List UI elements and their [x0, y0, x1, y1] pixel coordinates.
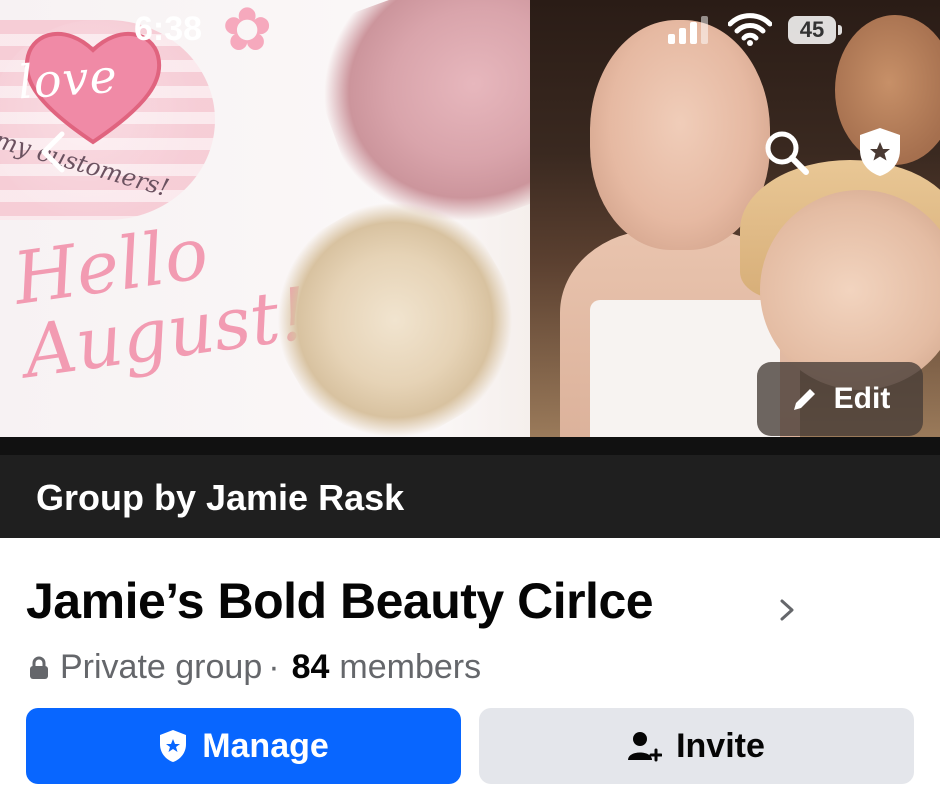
chevron-right-icon[interactable] — [778, 598, 796, 622]
cover-model-top — [590, 300, 780, 437]
invite-label: Invite — [676, 726, 765, 765]
meta-separator: · — [268, 648, 280, 686]
edit-label: Edit — [833, 382, 891, 415]
add-person-icon — [628, 732, 663, 762]
admin-shield-icon[interactable] — [856, 126, 904, 178]
search-icon[interactable] — [762, 128, 810, 176]
lock-icon — [30, 656, 48, 679]
back-chevron-icon[interactable] — [34, 130, 74, 174]
group-privacy: Private group — [60, 648, 263, 686]
cellular-signal-icon — [668, 14, 708, 44]
invite-button[interactable]: Invite — [479, 708, 914, 784]
status-time: 6:38 — [134, 10, 203, 48]
manage-button[interactable]: Manage — [26, 708, 461, 784]
group-owner-bar-top-edge — [0, 437, 940, 455]
battery-level: 45 — [799, 17, 825, 42]
shield-star-icon — [160, 730, 187, 762]
group-name[interactable]: Jamie’s Bold Beauty Cirlce — [26, 572, 654, 630]
pencil-icon — [793, 389, 815, 410]
group-meta: Private group · 84 members — [28, 648, 481, 687]
edit-cover-button[interactable]: Edit — [757, 362, 923, 436]
member-count[interactable]: 84 — [292, 648, 330, 687]
wifi-icon — [728, 13, 772, 46]
status-bar: 6:38 45 — [0, 0, 940, 62]
manage-label: Manage — [202, 726, 329, 765]
battery-icon: 45 — [788, 16, 842, 44]
group-owner-label[interactable]: Group by Jamie Rask — [36, 477, 404, 519]
members-label[interactable]: members — [339, 648, 481, 687]
